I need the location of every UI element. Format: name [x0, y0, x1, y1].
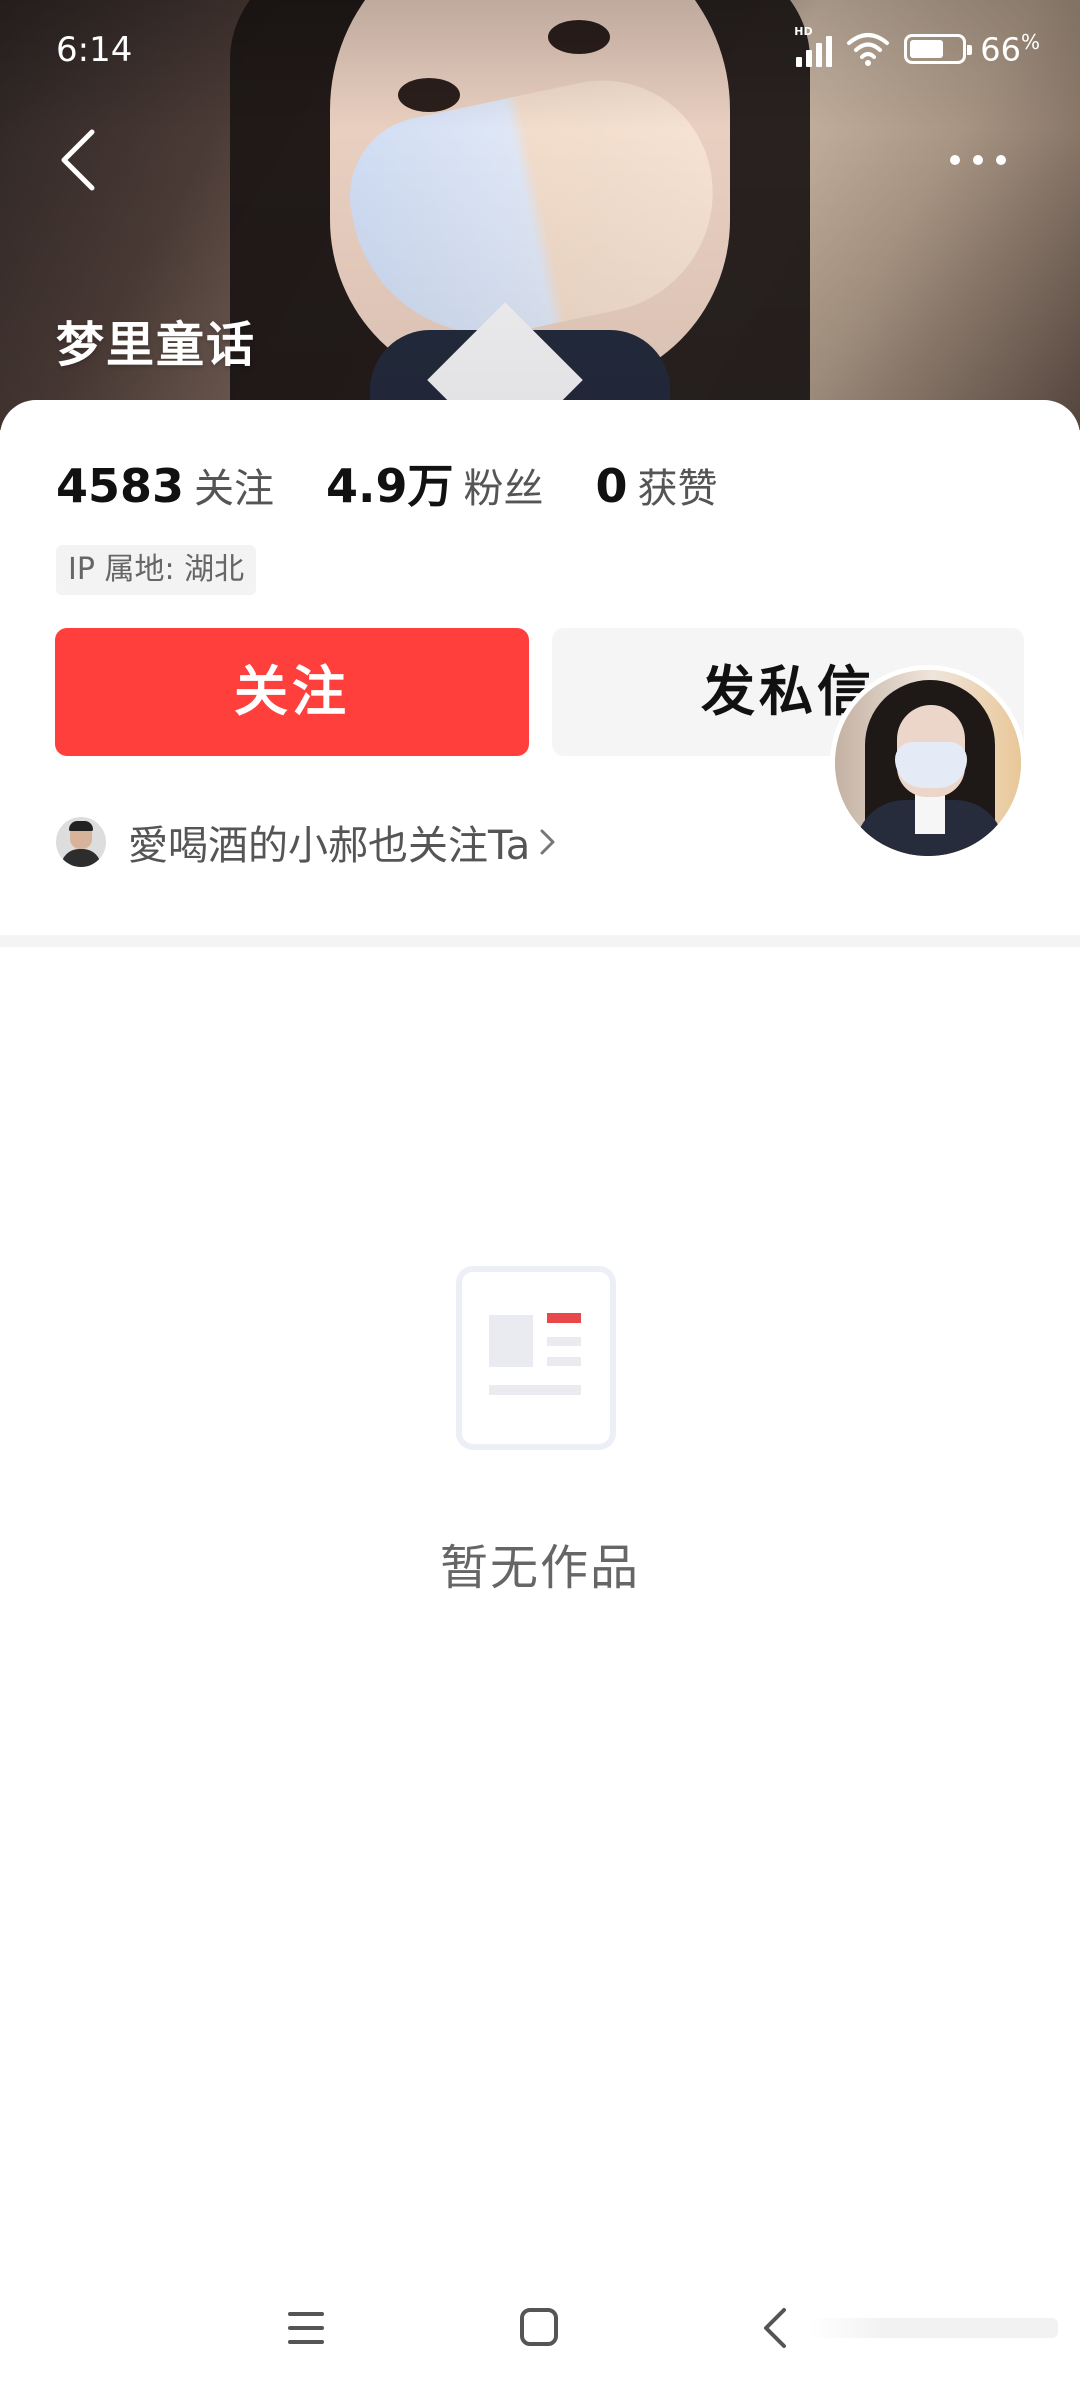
- menu-icon[interactable]: [286, 2308, 326, 2348]
- avatar[interactable]: [830, 665, 1026, 861]
- stat-following[interactable]: 4583 关注: [56, 456, 274, 514]
- stat-label: 粉丝: [463, 466, 544, 512]
- status-time: 6:14: [56, 30, 133, 70]
- article-icon: [456, 1266, 616, 1450]
- stat-value: 4583: [56, 459, 185, 513]
- status-indicators: HD 66%: [794, 25, 1040, 69]
- signal-icon: HD: [794, 25, 833, 68]
- stat-value: 0: [595, 459, 628, 513]
- mutual-avatar: [56, 817, 106, 867]
- stat-followers[interactable]: 4.9万 粉丝: [326, 450, 544, 516]
- wifi-icon: [847, 33, 890, 67]
- stat-label: 获赞: [637, 466, 718, 512]
- home-square-icon[interactable]: [518, 2306, 560, 2348]
- section-divider: [0, 935, 1080, 947]
- empty-state-text: 暂无作品: [439, 1540, 640, 1596]
- mutual-follow-text: 愛喝酒的小郝也关注Ta: [128, 823, 531, 869]
- network-badge: HD: [794, 25, 813, 39]
- ip-location-tag: IP 属地: 湖北: [56, 545, 257, 595]
- profile-stats: 4583 关注 4.9万 粉丝 0 获赞: [56, 450, 770, 516]
- system-navigation-bar: [0, 2290, 1080, 2400]
- battery-icon: [904, 34, 973, 65]
- more-options-button[interactable]: [950, 140, 1020, 180]
- battery-percent: 66%: [980, 30, 1040, 69]
- follow-button[interactable]: 关注: [55, 628, 529, 756]
- mutual-follow-row[interactable]: 愛喝酒的小郝也关注Ta: [56, 812, 558, 872]
- stat-label: 关注: [194, 466, 275, 512]
- stat-value: 4.9万: [326, 459, 454, 513]
- stat-likes[interactable]: 0 获赞: [596, 456, 718, 514]
- profile-name: 梦里童话: [56, 317, 257, 373]
- more-dots-icon: [950, 155, 960, 165]
- profile-card: 4583 关注 4.9万 粉丝 0 获赞 IP 属地: 湖北 关注 发私信 愛喝…: [0, 400, 1080, 935]
- nav-gesture-hint: [808, 2318, 1058, 2338]
- nav-back-icon[interactable]: [756, 2304, 792, 2352]
- back-button[interactable]: [50, 120, 110, 200]
- status-bar: 6:14 HD 66%: [0, 0, 1080, 100]
- chevron-right-icon: [540, 829, 555, 855]
